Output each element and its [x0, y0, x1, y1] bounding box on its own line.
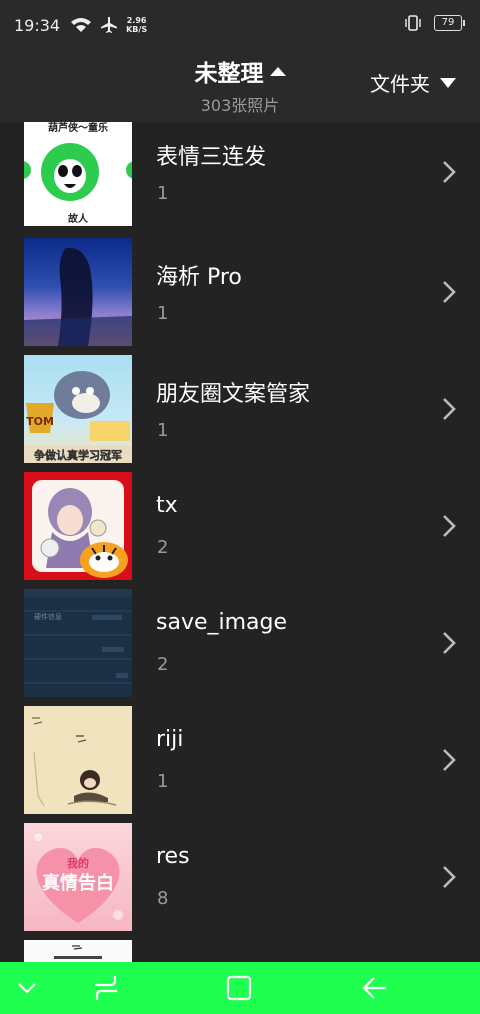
nav-recents-icon[interactable] [93, 974, 119, 1002]
svg-text:葫芦侠～童乐: 葫芦侠～童乐 [48, 122, 108, 134]
album-item[interactable] [0, 937, 480, 962]
svg-text:争做认真学习冠军: 争做认真学习冠军 [34, 448, 122, 462]
album-thumbnail [24, 706, 132, 814]
album-thumbnail: 葫芦侠～童乐 故人 [24, 122, 132, 226]
album-thumbnail [24, 940, 132, 962]
system-nav-bar [0, 962, 480, 1014]
album-count: 2 [157, 654, 169, 675]
chevron-right-icon [443, 398, 456, 420]
folder-button-label: 文件夹 [370, 72, 430, 96]
vibrate-icon [405, 15, 421, 31]
battery-icon: 79 [434, 15, 465, 31]
album-item[interactable]: 海析 Pro 1 [0, 235, 480, 352]
album-count: 1 [157, 420, 169, 441]
svg-text:TOM: TOM [26, 415, 54, 428]
svg-text:故人: 故人 [68, 212, 89, 225]
album-count: 1 [157, 771, 169, 792]
caret-down-icon [440, 77, 456, 88]
network-speed: 2.96 KB/S [126, 16, 148, 34]
album-count: 1 [157, 303, 169, 324]
svg-text:我的: 我的 [67, 856, 89, 870]
album-name: 表情三连发 [156, 145, 267, 170]
folder-button[interactable]: 文件夹 [370, 68, 456, 97]
album-name: save_image [156, 610, 288, 635]
status-bar: 19:34 2.96 KB/S 79 [0, 0, 480, 50]
album-item[interactable]: tx 2 [0, 469, 480, 586]
nav-home-icon[interactable] [226, 974, 252, 1002]
album-count: 1 [157, 183, 169, 204]
album-count: 2 [157, 537, 169, 558]
album-name: 海析 Pro [156, 265, 242, 290]
album-item[interactable]: TOM 争做认真学习冠军 朋友圈文案管家 1 [0, 352, 480, 469]
chevron-right-icon [443, 866, 456, 888]
album-thumbnail [24, 472, 132, 580]
album-name: riji [156, 727, 184, 752]
album-count: 8 [157, 888, 169, 909]
status-time: 19:34 [14, 15, 61, 35]
page-title: 未整理 [194, 61, 264, 87]
album-item[interactable]: 硬件信息 save_image 2 [0, 586, 480, 703]
album-name: res [156, 844, 190, 869]
album-thumbnail: 我的 真情告白 [24, 823, 132, 931]
album-thumbnail: 硬件信息 [24, 589, 132, 697]
album-item[interactable]: 我的 真情告白 res 8 [0, 820, 480, 937]
chevron-right-icon [443, 515, 456, 537]
album-name: tx [156, 493, 178, 518]
album-thumbnail: TOM 争做认真学习冠军 [24, 355, 132, 463]
album-list[interactable]: 葫芦侠～童乐 故人 表情三连发 1 海析 Pro 1 TOM 争做认真学习冠军 … [0, 122, 480, 962]
album-title-dropdown[interactable]: 未整理 [195, 54, 286, 88]
top-bar: 未整理 303张照片 文件夹 [0, 50, 480, 122]
svg-text:硬件信息: 硬件信息 [34, 612, 62, 621]
album-item[interactable]: riji 1 [0, 703, 480, 820]
chevron-right-icon [443, 632, 456, 654]
chevron-right-icon [443, 281, 456, 303]
airplane-icon [101, 17, 118, 33]
album-thumbnail [24, 238, 132, 346]
svg-text:真情告白: 真情告白 [42, 872, 114, 894]
wifi-icon [71, 18, 92, 32]
nav-hide-icon[interactable] [16, 978, 38, 998]
chevron-right-icon [443, 749, 456, 771]
album-name: 朋友圈文案管家 [156, 382, 311, 407]
chevron-right-icon [443, 161, 456, 183]
nav-back-icon[interactable] [360, 974, 388, 1002]
album-item[interactable]: 葫芦侠～童乐 故人 表情三连发 1 [0, 122, 480, 235]
caret-up-icon [269, 66, 286, 76]
